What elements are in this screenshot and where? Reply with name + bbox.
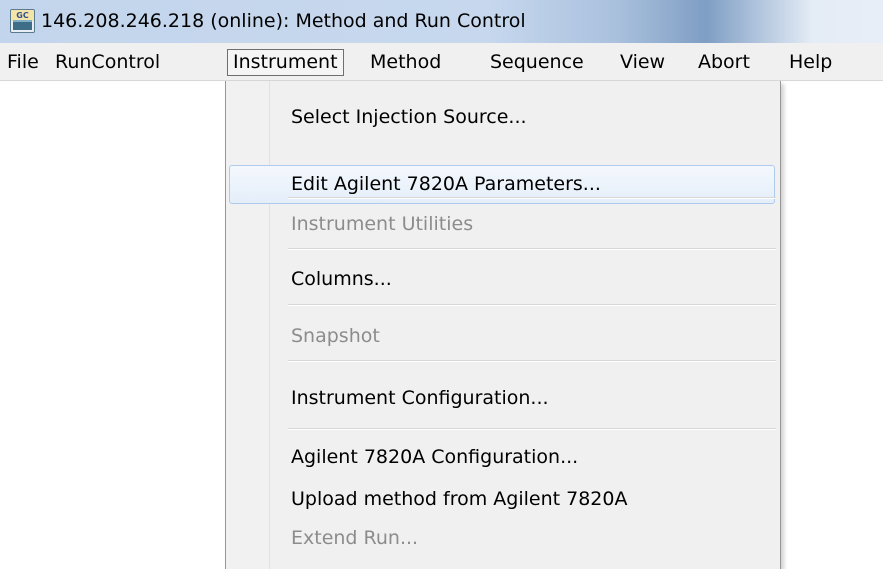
menu-separator bbox=[288, 304, 776, 306]
menu-item-instrument-configuration[interactable]: Instrument Configuration... bbox=[229, 379, 775, 418]
menu-file[interactable]: File bbox=[7, 49, 39, 76]
menu-item-label: Extend Run... bbox=[291, 527, 419, 549]
menu-item-label: Agilent 7820A Configuration... bbox=[291, 446, 579, 468]
window-title: 146.208.246.218 (online): Method and Run… bbox=[41, 10, 526, 32]
instrument-dropdown-menu: Select Injection Source... Edit Agilent … bbox=[225, 81, 781, 569]
menu-abort[interactable]: Abort bbox=[698, 49, 750, 76]
menu-item-columns[interactable]: Columns... bbox=[229, 260, 775, 299]
app-icon-base bbox=[13, 20, 32, 30]
menu-bar: File RunControl Instrument Method Sequen… bbox=[0, 43, 883, 81]
menu-item-label: Snapshot bbox=[291, 325, 380, 347]
menu-item-extend-run[interactable]: Extend Run... bbox=[229, 519, 775, 558]
menu-item-label: Upload method from Agilent 7820A bbox=[291, 488, 628, 510]
menu-method[interactable]: Method bbox=[370, 49, 441, 76]
menu-separator bbox=[288, 248, 776, 250]
menu-item-label: Select Injection Source... bbox=[291, 106, 527, 128]
menu-sequence[interactable]: Sequence bbox=[490, 49, 584, 76]
menu-help[interactable]: Help bbox=[789, 49, 832, 76]
gc-app-icon[interactable]: GC bbox=[10, 9, 35, 33]
menu-item-select-injection-source[interactable]: Select Injection Source... bbox=[229, 98, 775, 137]
title-bar: GC 146.208.246.218 (online): Method and … bbox=[0, 0, 883, 43]
menu-item-upload-method[interactable]: Upload method from Agilent 7820A bbox=[229, 480, 775, 519]
menu-runcontrol[interactable]: RunControl bbox=[55, 49, 160, 76]
menu-item-label: Instrument Utilities bbox=[291, 213, 474, 235]
menu-item-instrument-utilities[interactable]: Instrument Utilities bbox=[229, 205, 775, 244]
menu-separator bbox=[288, 197, 776, 199]
menu-separator bbox=[288, 360, 776, 362]
menu-item-label: Instrument Configuration... bbox=[291, 387, 549, 409]
menu-item-snapshot[interactable]: Snapshot bbox=[229, 317, 775, 356]
menu-item-agilent-configuration[interactable]: Agilent 7820A Configuration... bbox=[229, 438, 775, 477]
menu-instrument[interactable]: Instrument bbox=[227, 49, 344, 76]
menu-view[interactable]: View bbox=[620, 49, 665, 76]
menu-item-label: Columns... bbox=[291, 268, 392, 290]
menu-separator bbox=[288, 428, 776, 430]
